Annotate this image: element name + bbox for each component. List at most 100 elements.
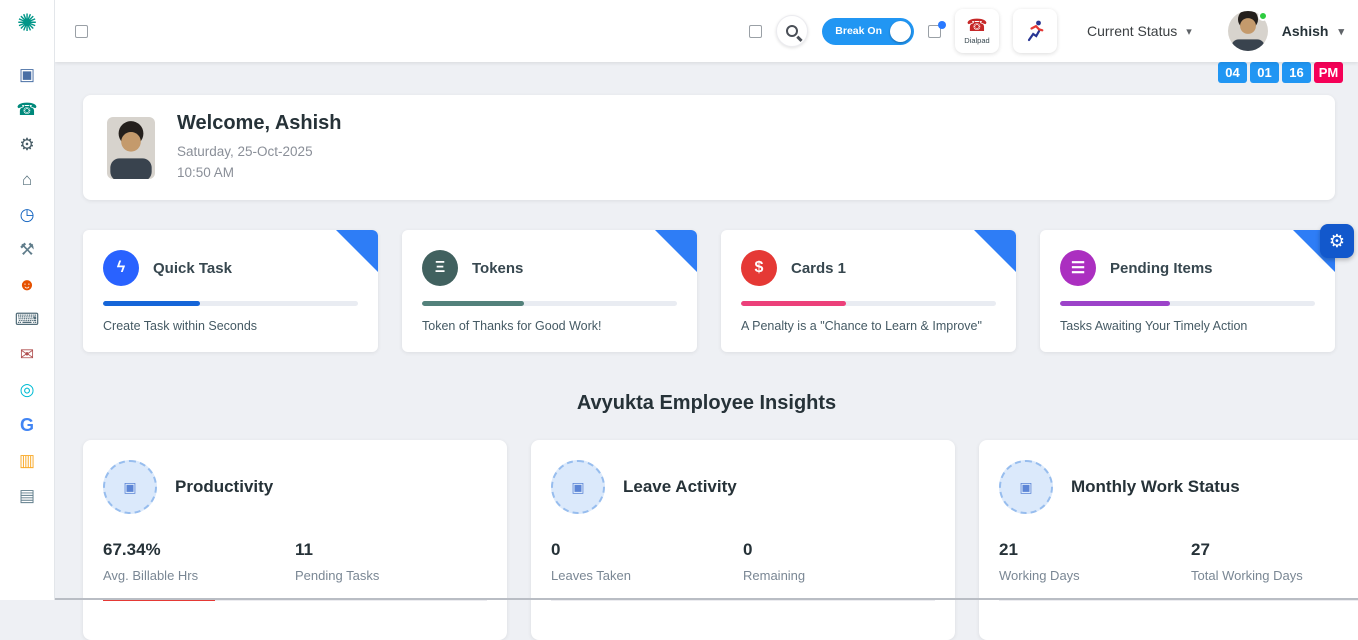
welcome-time: 10:50 AM — [177, 163, 342, 184]
mail-icon[interactable]: ✉ — [20, 346, 34, 363]
user-avatar[interactable] — [1228, 11, 1268, 51]
hr-settings-icon[interactable]: ⚙ — [19, 136, 34, 153]
briefcase-icon[interactable]: ⚒ — [19, 241, 34, 258]
card-subtitle: Token of Thanks for Good Work! — [422, 319, 677, 333]
current-status-label: Current Status — [1087, 23, 1177, 39]
coin-icon: Ξ — [422, 250, 458, 286]
monthly-work-status-card: ▣ Monthly Work Status 21 Working Days 27… — [979, 440, 1358, 640]
stat-block: 67.34% Avg. Billable Hrs — [103, 540, 295, 583]
productivity-card: ▣ Productivity 67.34% Avg. Billable Hrs … — [83, 440, 507, 640]
progress-fill — [422, 301, 524, 306]
activity-status-button[interactable] — [1013, 9, 1057, 53]
quick-task-card[interactable]: ϟ Quick Task Create Task within Seconds — [83, 230, 378, 352]
notifications-checkbox[interactable] — [928, 25, 941, 38]
tokens-card[interactable]: Ξ Tokens Token of Thanks for Good Work! — [402, 230, 697, 352]
insights-row: ▣ Productivity 67.34% Avg. Billable Hrs … — [83, 440, 1335, 640]
progress-track — [103, 301, 358, 306]
card-subtitle: Create Task within Seconds — [103, 319, 358, 333]
progress-fill — [1060, 301, 1170, 306]
brand-logo-icon[interactable]: ✺ — [17, 12, 37, 36]
stat-block: 11 Pending Tasks — [295, 540, 487, 583]
welcome-avatar — [107, 117, 155, 179]
leave-activity-card: ▣ Leave Activity 0 Leaves Taken 0 Remain… — [531, 440, 955, 640]
stat-value: 67.34% — [103, 540, 295, 560]
welcome-date: Saturday, 25-Oct-2025 — [177, 142, 342, 163]
progress-track — [741, 301, 996, 306]
list-icon: ☰ — [1060, 250, 1096, 286]
settings-fab[interactable]: ⚙ — [1320, 224, 1354, 258]
dialpad-button[interactable]: ☎ Dialpad — [955, 9, 999, 53]
progress-fill — [103, 301, 200, 306]
running-person-icon — [1023, 19, 1047, 43]
bolt-icon: ϟ — [103, 250, 139, 286]
work-status-icon: ▣ — [999, 460, 1053, 514]
progress-fill — [741, 301, 846, 306]
corner-ribbon-icon — [974, 230, 1016, 272]
stat-block: 27 Total Working Days — [1191, 540, 1358, 583]
record-icon[interactable]: ◎ — [20, 381, 35, 398]
google-icon[interactable]: G — [20, 416, 34, 434]
chevron-down-icon: ▾ — [1186, 25, 1192, 38]
stat-value: 21 — [999, 540, 1191, 560]
toggle-knob-icon — [890, 21, 911, 42]
stat-label: Pending Tasks — [295, 568, 487, 583]
progress-track — [1060, 301, 1315, 306]
progress-track — [422, 301, 677, 306]
stat-value: 0 — [743, 540, 935, 560]
search-button[interactable] — [776, 15, 808, 47]
productivity-icon: ▣ — [103, 460, 157, 514]
stat-label: Leaves Taken — [551, 568, 743, 583]
user-name: Ashish — [1282, 23, 1329, 39]
sidebar: ✺ ▣ ☎ ⚙ ⌂ ◷ ⚒ ☻ ⌨ ✉ ◎ G ▥ ▤ — [0, 0, 55, 600]
current-status-dropdown[interactable]: Current Status ▾ — [1087, 23, 1192, 39]
document-icon[interactable]: ▤ — [19, 487, 35, 504]
insight-title: Productivity — [175, 477, 273, 497]
welcome-card: Welcome, Ashish Saturday, 25-Oct-2025 10… — [83, 95, 1335, 200]
stat-label: Total Working Days — [1191, 568, 1358, 583]
collapse-checkbox[interactable] — [75, 25, 88, 38]
gallery-icon[interactable]: ▣ — [19, 66, 35, 83]
insights-heading: Avyukta Employee Insights — [55, 392, 1358, 415]
stat-block: 0 Leaves Taken — [551, 540, 743, 583]
break-toggle-label: Break On — [835, 25, 882, 37]
pending-items-card[interactable]: ☰ Pending Items Tasks Awaiting Your Time… — [1040, 230, 1335, 352]
agent-icon[interactable]: ☻ — [18, 276, 36, 293]
card-title: Pending Items — [1110, 260, 1213, 277]
stat-value: 27 — [1191, 540, 1358, 560]
stat-value: 11 — [295, 540, 487, 560]
dialpad-phone-icon: ☎ — [966, 17, 987, 34]
clock-meridiem: PM — [1314, 62, 1343, 83]
stat-label: Working Days — [999, 568, 1191, 583]
user-menu[interactable]: Ashish ▾ — [1282, 23, 1344, 39]
stat-label: Avg. Billable Hrs — [103, 568, 295, 583]
top-header: Break On ☎ Dialpad Current Status ▾ — [55, 0, 1358, 62]
clock-minutes: 01 — [1250, 62, 1279, 83]
dialpad-label: Dialpad — [964, 36, 989, 45]
stat-value: 0 — [551, 540, 743, 560]
leave-icon: ▣ — [551, 460, 605, 514]
quick-cards-row: ϟ Quick Task Create Task within Seconds … — [83, 230, 1335, 352]
search-icon — [786, 25, 798, 37]
insight-title: Leave Activity — [623, 477, 737, 497]
gear-icon: ⚙ — [1329, 231, 1345, 252]
notification-dot — [938, 21, 946, 29]
dialer-icon[interactable]: ◷ — [20, 206, 35, 223]
analytics-icon[interactable]: ▥ — [19, 452, 35, 469]
break-toggle[interactable]: Break On — [822, 18, 914, 45]
coins-icon: $ — [741, 250, 777, 286]
home-icon[interactable]: ⌂ — [22, 171, 32, 188]
clock-hours: 04 — [1218, 62, 1247, 83]
card-subtitle: Tasks Awaiting Your Timely Action — [1060, 319, 1315, 333]
stat-label: Remaining — [743, 568, 935, 583]
stat-block: 0 Remaining — [743, 540, 935, 583]
corner-ribbon-icon — [336, 230, 378, 272]
welcome-title: Welcome, Ashish — [177, 112, 342, 135]
cards1-card[interactable]: $ Cards 1 A Penalty is a "Chance to Lear… — [721, 230, 1016, 352]
card-title: Tokens — [472, 260, 523, 277]
card-title: Cards 1 — [791, 260, 846, 277]
online-status-dot — [1258, 11, 1268, 21]
call-icon[interactable]: ☎ — [16, 101, 37, 118]
desktop-icon[interactable]: ⌨ — [15, 311, 40, 328]
select-checkbox[interactable] — [749, 25, 762, 38]
card-title: Quick Task — [153, 260, 232, 277]
